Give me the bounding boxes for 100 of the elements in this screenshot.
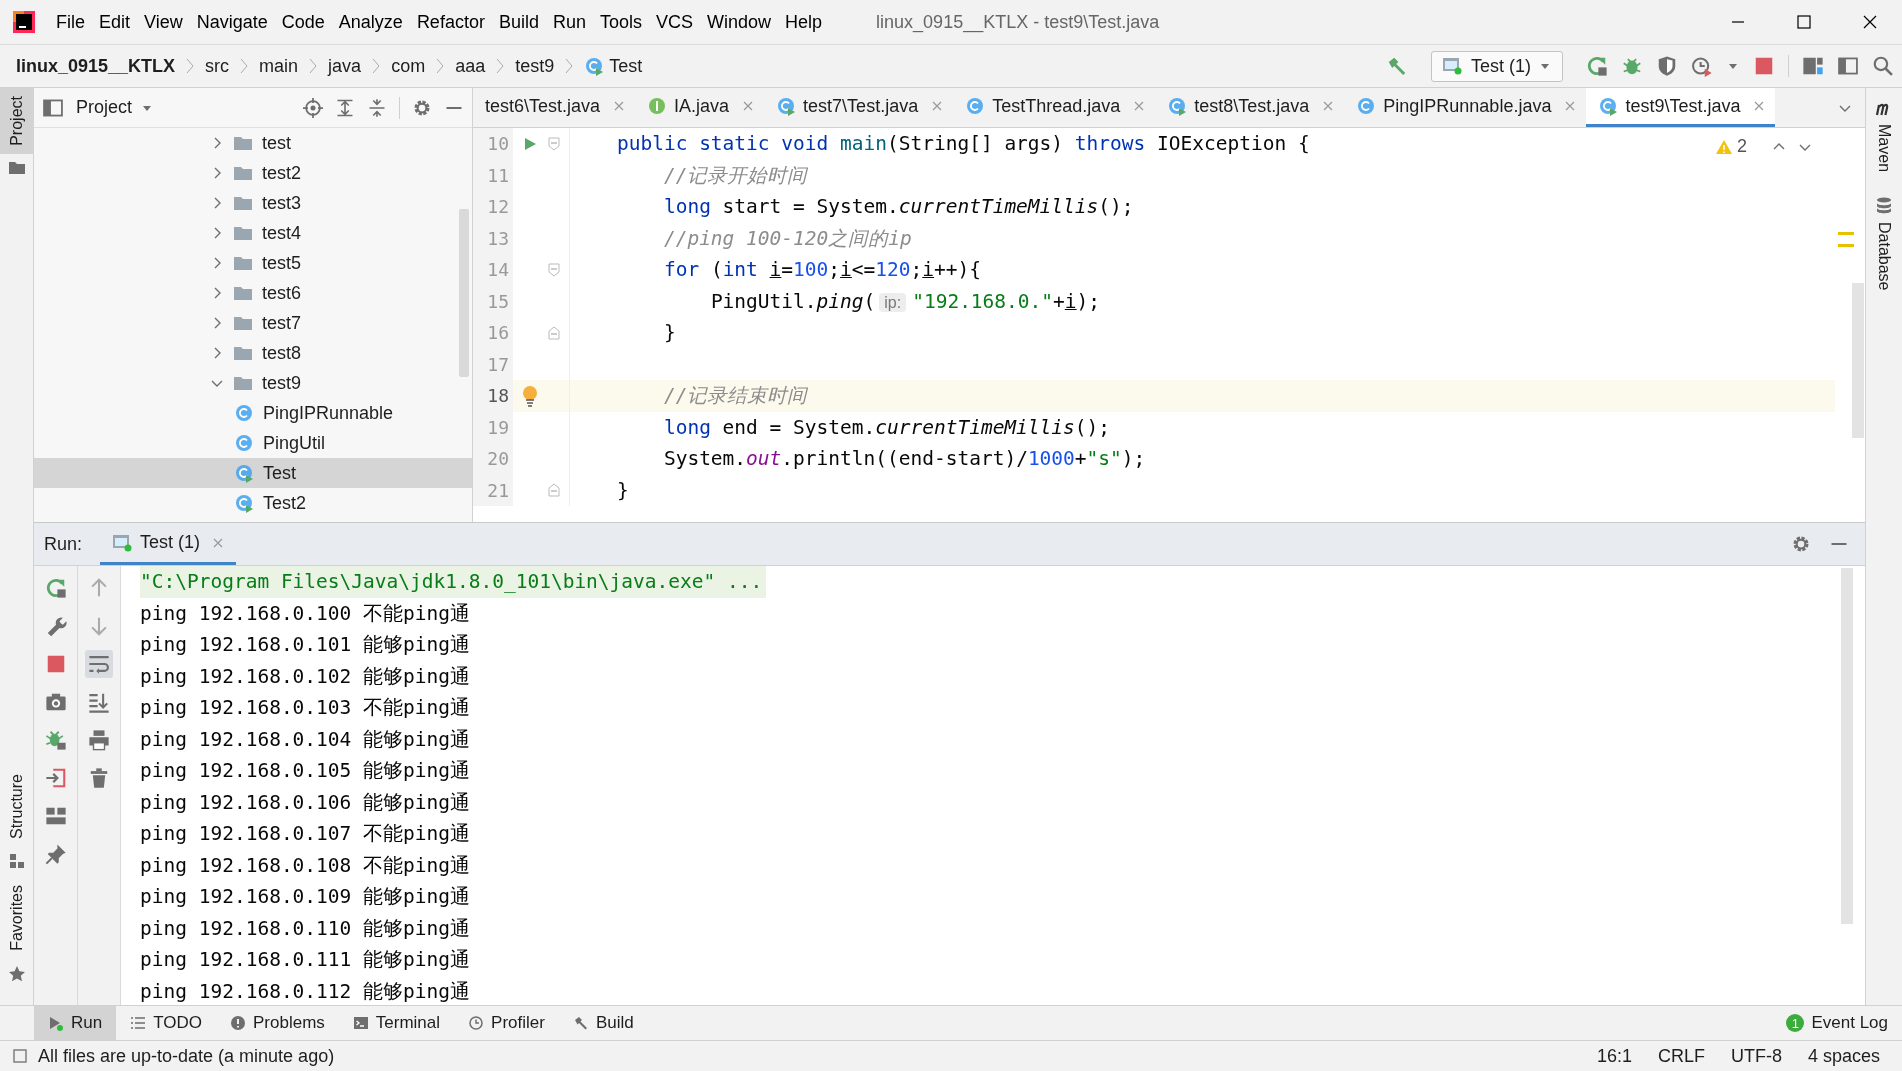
scrollbar[interactable] (1841, 568, 1853, 924)
menu-item[interactable]: VCS (650, 11, 701, 33)
coverage-icon[interactable] (1656, 55, 1678, 77)
editor-tab[interactable]: test7\Test.java (764, 88, 954, 127)
search-icon[interactable] (1872, 55, 1894, 77)
folder-icon (233, 254, 253, 272)
editor-tab[interactable]: test9\Test.java (1586, 88, 1776, 127)
editor-tab[interactable]: test6\Test.java (473, 88, 636, 127)
warning-count[interactable]: 2 (1737, 136, 1747, 157)
folder-icon[interactable] (7, 159, 26, 176)
stop-icon[interactable] (1753, 55, 1775, 77)
tree-item[interactable]: test (34, 128, 472, 158)
tool-window-button[interactable]: Project (0, 88, 34, 154)
panel-dropdown[interactable]: Project (76, 97, 155, 118)
tool-window-button[interactable]: Favorites (0, 877, 34, 959)
breadcrumb[interactable]: com (387, 55, 430, 77)
tool-window-button[interactable]: Structure (0, 766, 34, 848)
locate-icon[interactable] (303, 97, 323, 118)
menu-item[interactable]: Refactor (410, 11, 493, 33)
menu-item[interactable]: View (138, 11, 191, 33)
expand-all-icon[interactable] (335, 97, 355, 118)
tree-item[interactable]: Test (34, 458, 472, 488)
collapse-all-icon[interactable] (367, 97, 387, 118)
tool-window-tab[interactable]: Terminal (338, 1006, 455, 1040)
run-icon[interactable] (522, 135, 538, 152)
breadcrumb[interactable]: aaa (451, 55, 490, 77)
menu-item[interactable]: Navigate (190, 11, 276, 33)
tool-window-tab[interactable]: Profiler (454, 1006, 559, 1040)
tree-item[interactable]: test2 (34, 158, 472, 188)
panel-label: Run: (44, 533, 83, 555)
tree-item[interactable]: test6 (34, 278, 472, 308)
grid-icon[interactable] (8, 853, 25, 870)
run-configuration-dropdown[interactable]: Test (1) (1431, 50, 1563, 82)
status-item[interactable]: CRLF (1649, 1045, 1713, 1067)
tool-window-tab[interactable]: Problems (216, 1006, 339, 1040)
tree-item[interactable]: PingIPRunnable (34, 398, 472, 428)
runnable-class-icon (234, 463, 254, 483)
menu-item[interactable]: Help (779, 11, 831, 33)
status-item[interactable]: UTF-8 (1722, 1045, 1790, 1067)
editor-tab[interactable]: TestThread.java (953, 88, 1156, 127)
menu-item[interactable]: File (50, 11, 93, 33)
square-icon[interactable] (12, 1048, 28, 1064)
hammer-icon[interactable] (1386, 55, 1408, 77)
status-item[interactable]: 4 spaces (1799, 1045, 1888, 1067)
tree-item[interactable]: test9 (34, 368, 472, 398)
folder-icon (233, 134, 253, 152)
breadcrumb[interactable]: test9 (511, 55, 559, 77)
menu-item[interactable]: Run (546, 11, 594, 33)
star-icon[interactable] (7, 965, 26, 983)
chevron-icon (239, 56, 250, 76)
tree-item[interactable]: PingUtil (34, 428, 472, 458)
runnable-class-icon (1598, 96, 1619, 116)
breadcrumb[interactable]: java (324, 55, 366, 77)
profiler-icon[interactable] (1691, 55, 1713, 77)
soft-wrap-icon[interactable] (85, 650, 113, 678)
breadcrumb[interactable]: linux_0915__KTLX (12, 55, 180, 77)
tool-window-tab[interactable]: Run (34, 1006, 117, 1040)
output-line: ping 192.168.0.110 能够ping通 (140, 915, 471, 942)
event-log-button[interactable]: 1 Event Log (1772, 1006, 1902, 1040)
tree-item[interactable]: Test2 (34, 488, 472, 518)
scrollbar[interactable] (1852, 283, 1864, 438)
editor-tab[interactable]: PingIPRunnable.java (1344, 88, 1587, 127)
tool-window-button[interactable]: Maven (1875, 124, 1893, 173)
lightbulb-icon[interactable] (521, 384, 539, 407)
tree-item[interactable]: test4 (34, 218, 472, 248)
line-number: 20 (473, 443, 513, 475)
menu-item[interactable]: Edit (93, 11, 139, 33)
status-item[interactable]: 16:1 (1588, 1045, 1640, 1067)
folder-icon (233, 374, 253, 392)
code-line: } (616, 478, 629, 502)
menu-item[interactable]: Tools (593, 11, 650, 33)
debug-icon[interactable] (1621, 55, 1643, 77)
scrollbar[interactable] (459, 209, 469, 377)
editor-tab[interactable]: IA.java (635, 88, 765, 127)
window-icon[interactable] (1837, 55, 1859, 77)
breadcrumb[interactable]: main (255, 55, 303, 77)
menu-item[interactable]: Window (701, 11, 780, 33)
project-structure-icon[interactable] (1802, 55, 1824, 77)
tool-window-tab[interactable]: Build (558, 1006, 648, 1040)
chevron-icon (308, 56, 319, 76)
chevron-icon (185, 56, 196, 76)
terminal-icon (352, 1015, 369, 1031)
menu-item[interactable]: Analyze (332, 11, 411, 33)
tree-item[interactable]: test8 (34, 338, 472, 368)
settings-icon[interactable] (1791, 534, 1811, 554)
editor-tab[interactable]: test8\Test.java (1155, 88, 1345, 127)
tool-window-tab[interactable]: TODO (116, 1006, 216, 1040)
menu-item[interactable]: Code (275, 11, 333, 33)
tree-item[interactable]: test5 (34, 248, 472, 278)
rerun-icon[interactable] (1586, 55, 1608, 77)
chevron-icon (495, 56, 506, 76)
tool-window-button[interactable]: Database (1875, 222, 1893, 291)
breadcrumb[interactable]: src (201, 55, 234, 77)
menu-item[interactable]: Build (492, 11, 547, 33)
output-line: ping 192.168.0.109 能够ping通 (140, 884, 471, 911)
breadcrumb[interactable]: Test (580, 55, 647, 77)
maximize-icon[interactable] (1794, 12, 1814, 32)
class-icon (234, 403, 254, 423)
tree-item[interactable]: test3 (34, 188, 472, 218)
tree-item[interactable]: test7 (34, 308, 472, 338)
